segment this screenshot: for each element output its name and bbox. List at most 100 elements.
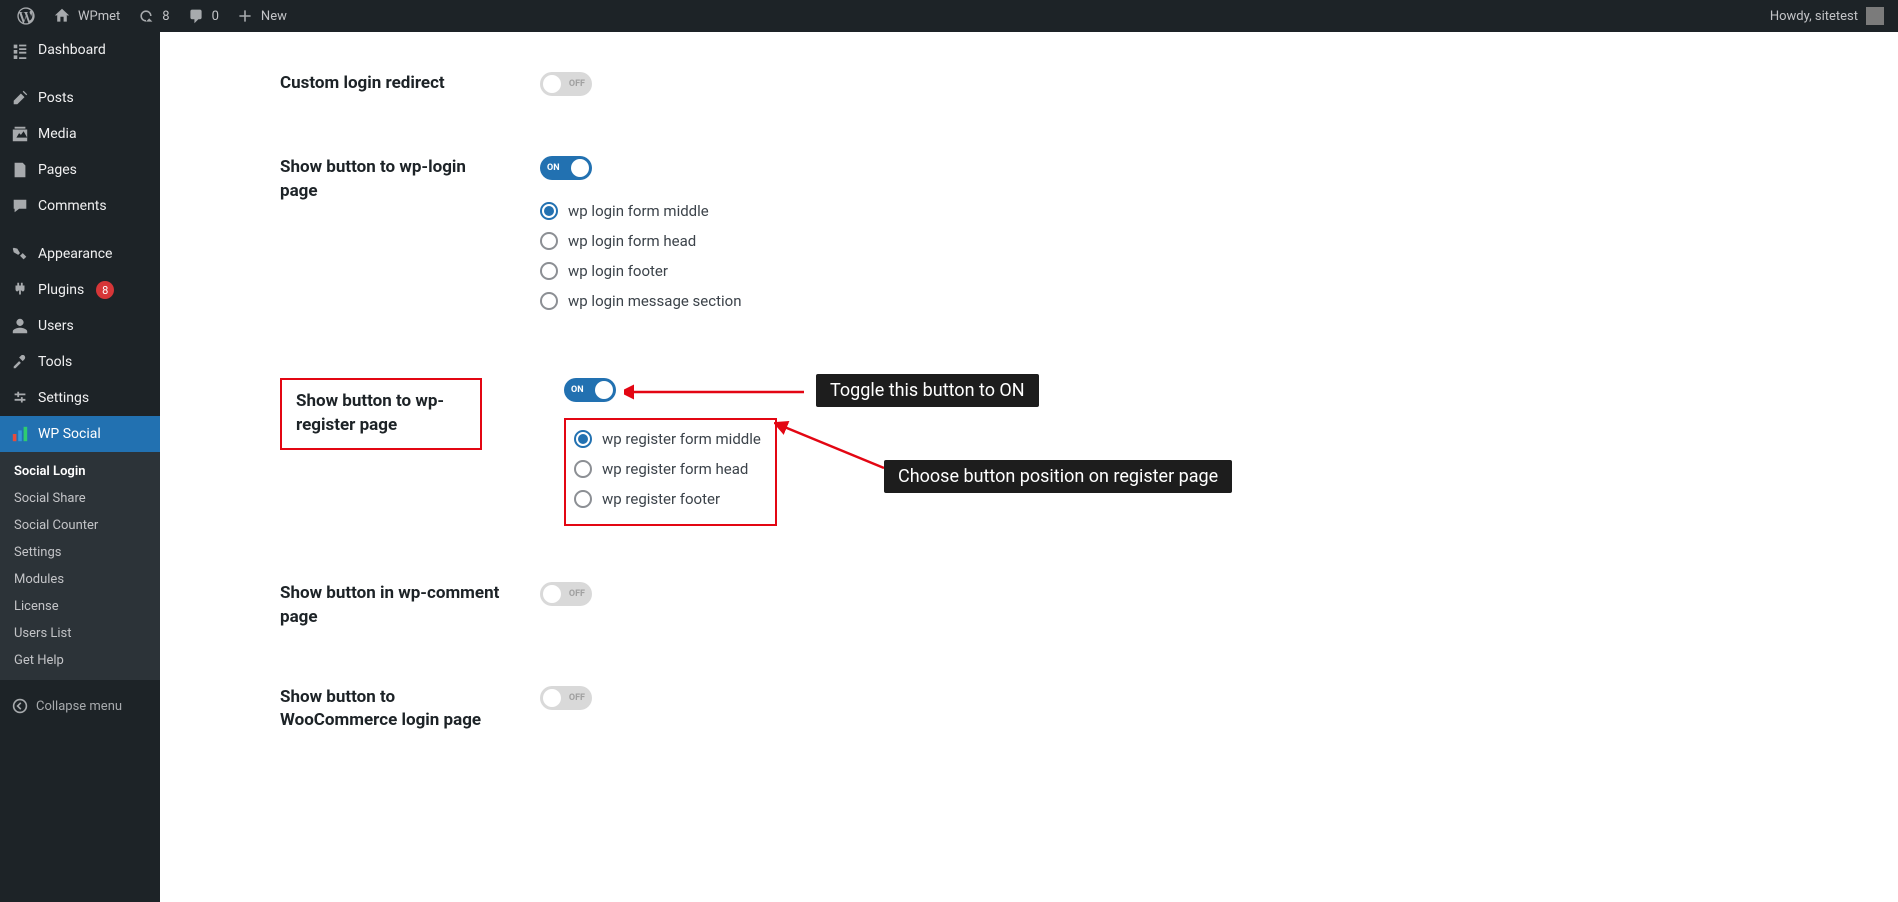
menu-tools[interactable]: Tools [0,344,160,380]
radio-label: wp login form head [568,232,696,250]
wordpress-icon [16,6,36,26]
toggle-woocommerce[interactable]: OFF [540,686,592,710]
comments-icon [10,196,30,216]
users-icon [10,316,30,336]
menu-wp-social[interactable]: WP Social [0,416,160,452]
row-custom-login-redirect: Custom login redirect OFF [280,72,1838,100]
radio-wp-login-footer[interactable]: wp login footer [540,262,1838,280]
site-name: WPmet [78,9,120,24]
label-woocommerce: Show button to WooCommerce login page [280,686,500,734]
menu-comments[interactable]: Comments [0,188,160,224]
appearance-icon [10,244,30,264]
submenu-settings[interactable]: Settings [0,539,160,566]
radio-icon [540,262,558,280]
radio-wp-register-head[interactable]: wp register form head [574,460,761,478]
menu-pages[interactable]: Pages [0,152,160,188]
radio-label: wp register form middle [602,430,761,448]
toggle-state: OFF [569,79,585,89]
radio-icon [540,202,558,220]
radio-label: wp login footer [568,262,668,280]
toggle-knob [595,381,613,399]
radio-label: wp login message section [568,292,741,310]
menu-dashboard[interactable]: Dashboard [0,32,160,68]
admin-sidebar: Dashboard Posts Media Pages Comments App… [0,32,160,902]
arrow-position [774,418,894,478]
label-wp-comment: Show button in wp-comment page [280,582,500,630]
radio-label: wp register footer [602,490,720,508]
new-content-link[interactable]: New [227,0,295,32]
toggle-custom-login-redirect[interactable]: OFF [540,72,592,96]
menu-wp-social-label: WP Social [38,426,101,442]
toggle-state: OFF [569,693,585,703]
menu-plugins[interactable]: Plugins 8 [0,272,160,308]
media-icon [10,124,30,144]
toggle-state: ON [571,385,584,395]
control-wp-register: ON wp register form middle wp register f… [564,378,1838,526]
comment-icon [186,6,206,26]
comments-link[interactable]: 0 [178,0,227,32]
submenu-social-login[interactable]: Social Login [0,458,160,485]
menu-posts[interactable]: Posts [0,80,160,116]
toggle-knob [543,75,561,93]
plus-icon [235,6,255,26]
home-icon [52,6,72,26]
wordpress-logo[interactable] [8,0,44,32]
submenu-social-share[interactable]: Social Share [0,485,160,512]
collapse-menu[interactable]: Collapse menu [0,688,160,724]
toggle-wp-register[interactable]: ON [564,378,616,402]
label-wrapper-wp-register: Show button to wp-register page [280,378,482,450]
arrow-toggle [624,382,814,402]
toggle-wp-login[interactable]: ON [540,156,592,180]
menu-users[interactable]: Users [0,308,160,344]
menu-users-label: Users [38,318,74,334]
settings-content: Custom login redirect OFF Show button to… [160,32,1898,902]
menu-settings-label: Settings [38,390,89,406]
submenu-users-list[interactable]: Users List [0,620,160,647]
row-wp-comment: Show button in wp-comment page OFF [280,582,1838,630]
menu-posts-label: Posts [38,90,74,106]
radio-label: wp login form middle [568,202,709,220]
site-home-link[interactable]: WPmet [44,0,128,32]
menu-settings[interactable]: Settings [0,380,160,416]
posts-icon [10,88,30,108]
toggle-knob [543,689,561,707]
menu-media[interactable]: Media [0,116,160,152]
avatar[interactable] [1866,7,1884,25]
submenu-modules[interactable]: Modules [0,566,160,593]
control-wp-login: ON wp login form middle wp login form he… [540,156,1838,322]
wp-social-icon [10,424,30,444]
pages-icon [10,160,30,180]
submenu-social-counter[interactable]: Social Counter [0,512,160,539]
toggle-wp-comment[interactable]: OFF [540,582,592,606]
wp-social-submenu: Social Login Social Share Social Counter… [0,452,160,680]
updates-link[interactable]: 8 [128,0,177,32]
radio-wp-register-footer[interactable]: wp register footer [574,490,761,508]
new-label: New [261,9,287,24]
toggle-knob [543,585,561,603]
radio-wp-login-middle[interactable]: wp login form middle [540,202,1838,220]
radio-wp-login-message[interactable]: wp login message section [540,292,1838,310]
label-wp-login: Show button to wp-login page [280,156,500,204]
menu-appearance[interactable]: Appearance [0,236,160,272]
menu-tools-label: Tools [38,354,72,370]
control-wp-comment: OFF [540,582,1838,610]
control-custom-login-redirect: OFF [540,72,1838,100]
menu-dashboard-label: Dashboard [38,42,106,58]
plugins-badge: 8 [96,281,114,299]
callout-position: Choose button position on register page [884,460,1232,493]
menu-pages-label: Pages [38,162,77,178]
admin-bar-right: Howdy, sitetest [1770,7,1890,25]
greeting[interactable]: Howdy, sitetest [1770,9,1858,24]
settings-icon [10,388,30,408]
submenu-get-help[interactable]: Get Help [0,647,160,674]
submenu-license[interactable]: License [0,593,160,620]
tools-icon [10,352,30,372]
label-custom-login-redirect: Custom login redirect [280,72,500,96]
menu-appearance-label: Appearance [38,246,112,262]
radio-label: wp register form head [602,460,748,478]
updates-count: 8 [162,9,169,24]
radio-wp-login-head[interactable]: wp login form head [540,232,1838,250]
radio-wp-register-middle[interactable]: wp register form middle [574,430,761,448]
update-icon [136,6,156,26]
comments-count: 0 [212,9,219,24]
